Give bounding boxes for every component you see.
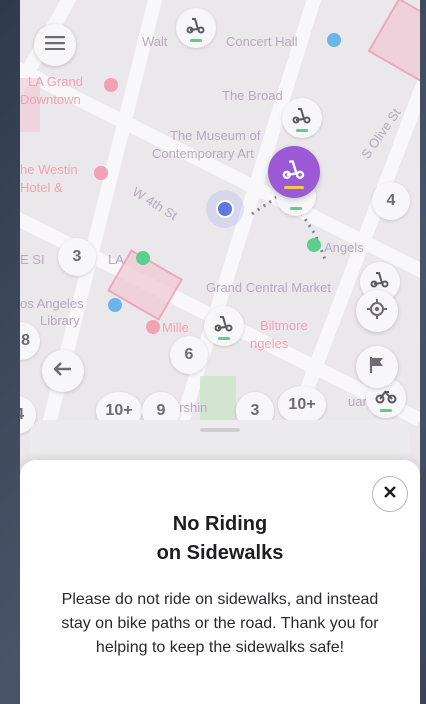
- map-label-angels: Angels: [324, 240, 364, 255]
- modal-title-line1: No Riding: [172, 513, 268, 535]
- battery-bar: [380, 409, 392, 412]
- map-label-museum-line1: The Museum of: [170, 128, 261, 143]
- map-label-e-si: E SI: [20, 252, 45, 267]
- map-label-la: LA: [108, 252, 124, 267]
- battery-bar: [190, 39, 202, 42]
- modal-body-text: Please do not ride on sidewalks, and ins…: [61, 591, 379, 656]
- place-pin-icon: [327, 33, 341, 47]
- recenter-button[interactable]: [356, 290, 398, 332]
- map-label-the-broad: The Broad: [222, 88, 283, 103]
- scooter-icon: [214, 315, 234, 337]
- battery-bar: [296, 129, 308, 132]
- bike-icon: [375, 388, 397, 409]
- menu-button[interactable]: [34, 24, 76, 66]
- flag-icon: [369, 356, 385, 379]
- scooter-pin[interactable]: [282, 98, 322, 138]
- map-label-grand-central-market: Grand Central Market: [206, 280, 331, 295]
- map-label-mille: Mille: [162, 320, 189, 335]
- battery-bar: [290, 207, 302, 210]
- map-label-walt: Walt: [142, 34, 168, 49]
- place-pin-icon: [108, 298, 122, 312]
- battery-bar: [218, 337, 230, 340]
- scooter-icon: [282, 159, 306, 185]
- map-label-biltmore-line2: ngeles: [250, 336, 289, 351]
- sidewalk-notice-modal: No Riding on Sidewalks Please do not rid…: [20, 460, 420, 704]
- scooter-icon: [292, 107, 312, 129]
- vehicle-cluster[interactable]: 3: [58, 238, 96, 276]
- map-label-westin-line1: he Westin: [20, 162, 78, 177]
- close-icon: [384, 485, 396, 503]
- vehicle-cluster[interactable]: 10+: [278, 386, 326, 424]
- park-pin-icon: [136, 251, 150, 265]
- crosshair-icon: [367, 298, 387, 324]
- vehicle-cluster[interactable]: 6: [170, 336, 208, 374]
- scooter-pin[interactable]: [176, 8, 216, 48]
- modal-title: No Riding on Sidewalks: [20, 510, 420, 568]
- scooter-pin[interactable]: [204, 306, 244, 346]
- hotel-pin-icon: [146, 320, 160, 334]
- drag-handle[interactable]: [200, 428, 240, 432]
- battery-bar: [284, 186, 304, 189]
- map-label-la-library-line2: Library: [40, 313, 80, 328]
- map-label-la-grand: LA Grand: [28, 74, 83, 89]
- map-label-biltmore-line1: Biltmore: [260, 318, 308, 333]
- close-button[interactable]: [372, 476, 408, 512]
- map-label-la-library-line1: os Angeles: [20, 296, 84, 311]
- current-location-dot: [216, 200, 234, 218]
- arrow-left-icon: [53, 361, 72, 381]
- report-button[interactable]: [356, 346, 398, 388]
- attraction-pin-icon: [307, 238, 321, 252]
- map-label-concert-hall: Concert Hall: [226, 34, 298, 49]
- modal-title-line2: on Sidewalks: [156, 542, 284, 564]
- map-label-westin-line2: Hotel &: [20, 180, 63, 195]
- vehicle-cluster[interactable]: 4: [372, 182, 410, 220]
- hamburger-icon: [45, 35, 65, 55]
- hotel-pin-icon: [104, 78, 118, 92]
- map-label-museum-line2: Contemporary Art: [152, 146, 254, 161]
- back-button[interactable]: [42, 350, 84, 392]
- scooter-icon: [186, 17, 206, 39]
- selected-scooter-pin[interactable]: [268, 146, 320, 198]
- app-screen: Walt Concert Hall LA Grand Downtown The …: [20, 0, 420, 704]
- hotel-pin-icon: [94, 166, 108, 180]
- map-label-downtown: Downtown: [20, 92, 81, 107]
